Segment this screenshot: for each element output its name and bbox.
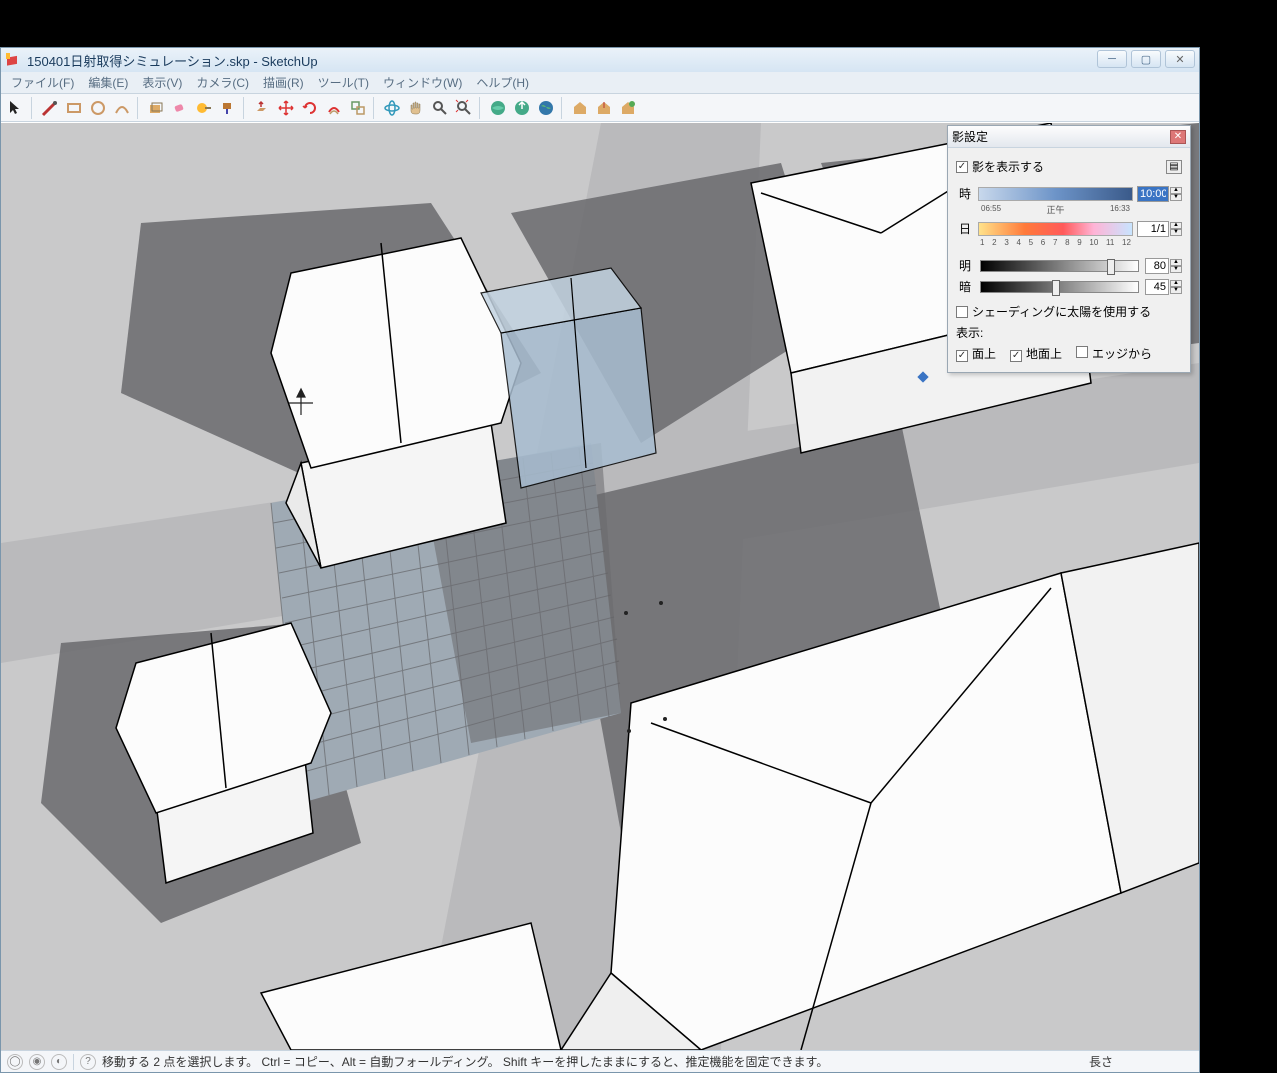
earth-icon[interactable]	[535, 97, 557, 119]
menu-camera[interactable]: カメラ(C)	[190, 72, 255, 93]
status-icon-3[interactable]: ◐	[51, 1054, 67, 1070]
status-hint: 移動する 2 点を選択します。 Ctrl = コピー、Alt = 自動フォールデ…	[102, 1053, 1083, 1070]
time-down-icon[interactable]: ▼	[1170, 194, 1182, 201]
warehouse-icon-1[interactable]	[569, 97, 591, 119]
scale-tool-icon[interactable]	[347, 97, 369, 119]
minimize-button[interactable]: ─	[1097, 50, 1127, 68]
maximize-button[interactable]: ▢	[1131, 50, 1161, 68]
menu-view[interactable]: 表示(V)	[136, 72, 188, 93]
menu-file[interactable]: ファイル(F)	[5, 72, 80, 93]
warehouse-icon-3[interactable]	[617, 97, 639, 119]
status-icon-1[interactable]: ◯	[7, 1054, 23, 1070]
time-up-icon[interactable]: ▲	[1170, 187, 1182, 194]
circle-tool-icon[interactable]	[87, 97, 109, 119]
time-spinner[interactable]: ▲▼	[1137, 186, 1182, 202]
dark-spinner[interactable]: ▲▼	[1145, 279, 1182, 295]
line-tool-icon[interactable]	[39, 97, 61, 119]
time-slider[interactable]: 06:55 正午 16:33	[978, 187, 1133, 201]
offset-tool-icon[interactable]	[323, 97, 345, 119]
paint-tool-icon[interactable]	[217, 97, 239, 119]
share-model-icon[interactable]	[511, 97, 533, 119]
measurement-label: 長さ	[1089, 1053, 1193, 1070]
dark-input[interactable]	[1145, 279, 1169, 295]
status-bar: ◯ ◉ ◐ ? 移動する 2 点を選択します。 Ctrl = コピー、Alt =…	[1, 1050, 1199, 1072]
light-label: 明	[956, 257, 974, 274]
from-edges-label: エッジから	[1092, 347, 1152, 361]
component-tool-icon[interactable]	[145, 97, 167, 119]
light-down-icon[interactable]: ▼	[1170, 266, 1182, 273]
use-sun-checkbox[interactable]	[956, 306, 968, 318]
light-input[interactable]	[1145, 258, 1169, 274]
menu-help[interactable]: ヘルプ(H)	[470, 72, 535, 93]
letterbox-top	[0, 0, 1277, 47]
app-icon	[5, 52, 21, 68]
time-label: 時	[956, 185, 974, 202]
on-faces-label: 面上	[972, 347, 996, 361]
date-spinner[interactable]: ▲▼	[1137, 221, 1182, 237]
zoom-tool-icon[interactable]	[429, 97, 451, 119]
3d-viewport[interactable]: 影設定 ✕ 影を表示する ▤ 時 06:55 正午 16:33	[1, 123, 1199, 1050]
app-window: 150401日射取得シミュレーション.skp - SketchUp ─ ▢ ✕ …	[0, 47, 1200, 1073]
show-shadows-checkbox[interactable]	[956, 161, 968, 173]
eraser-tool-icon[interactable]	[169, 97, 191, 119]
on-ground-checkbox[interactable]	[1010, 350, 1022, 362]
tape-tool-icon[interactable]	[193, 97, 215, 119]
use-sun-label: シェーディングに太陽を使用する	[972, 303, 1151, 320]
help-icon[interactable]: ?	[80, 1054, 96, 1070]
menu-draw[interactable]: 描画(R)	[257, 72, 310, 93]
dialog-close-button[interactable]: ✕	[1170, 130, 1186, 144]
light-spinner[interactable]: ▲▼	[1145, 258, 1182, 274]
date-down-icon[interactable]: ▼	[1170, 229, 1182, 236]
orbit-tool-icon[interactable]	[381, 97, 403, 119]
dark-label: 暗	[956, 278, 974, 295]
rectangle-tool-icon[interactable]	[63, 97, 85, 119]
shadow-settings-dialog[interactable]: 影設定 ✕ 影を表示する ▤ 時 06:55 正午 16:33	[947, 125, 1191, 373]
date-up-icon[interactable]: ▲	[1170, 222, 1182, 229]
date-label: 日	[956, 220, 974, 237]
dialog-titlebar[interactable]: 影設定 ✕	[948, 126, 1190, 148]
time-input[interactable]	[1137, 186, 1169, 202]
light-up-icon[interactable]: ▲	[1170, 259, 1182, 266]
display-label: 表示:	[956, 324, 1182, 341]
move-tool-icon[interactable]	[275, 97, 297, 119]
zoom-extents-icon[interactable]	[453, 97, 475, 119]
window-controls: ─ ▢ ✕	[1097, 50, 1195, 68]
warehouse-icon-2[interactable]	[593, 97, 615, 119]
menu-bar: ファイル(F) 編集(E) 表示(V) カメラ(C) 描画(R) ツール(T) …	[1, 72, 1199, 94]
menu-tools[interactable]: ツール(T)	[312, 72, 375, 93]
status-icon-2[interactable]: ◉	[29, 1054, 45, 1070]
date-ticks: 12 34 56 78 910 1112	[979, 238, 1132, 247]
arc-tool-icon[interactable]	[111, 97, 133, 119]
dark-up-icon[interactable]: ▲	[1170, 280, 1182, 287]
pushpull-tool-icon[interactable]	[251, 97, 273, 119]
show-shadows-label: 影を表示する	[972, 158, 1044, 175]
close-button[interactable]: ✕	[1165, 50, 1195, 68]
from-edges-checkbox[interactable]	[1076, 346, 1088, 358]
rotate-tool-icon[interactable]	[299, 97, 321, 119]
menu-window[interactable]: ウィンドウ(W)	[377, 72, 468, 93]
date-slider[interactable]: 12 34 56 78 910 1112	[978, 222, 1133, 236]
toolbar	[1, 94, 1199, 122]
select-tool-icon[interactable]	[5, 97, 27, 119]
light-slider[interactable]	[980, 260, 1139, 272]
dialog-title: 影設定	[952, 128, 988, 145]
on-faces-checkbox[interactable]	[956, 350, 968, 362]
window-title: 150401日射取得シミュレーション.skp - SketchUp	[27, 51, 318, 70]
get-models-icon[interactable]	[487, 97, 509, 119]
on-ground-label: 地面上	[1026, 347, 1062, 361]
menu-edit[interactable]: 編集(E)	[82, 72, 134, 93]
pan-tool-icon[interactable]	[405, 97, 427, 119]
expand-toggle-icon[interactable]: ▤	[1166, 160, 1182, 174]
title-bar[interactable]: 150401日射取得シミュレーション.skp - SketchUp ─ ▢ ✕	[1, 48, 1199, 72]
dark-down-icon[interactable]: ▼	[1170, 287, 1182, 294]
date-input[interactable]	[1137, 221, 1169, 237]
dark-slider[interactable]	[980, 281, 1139, 293]
